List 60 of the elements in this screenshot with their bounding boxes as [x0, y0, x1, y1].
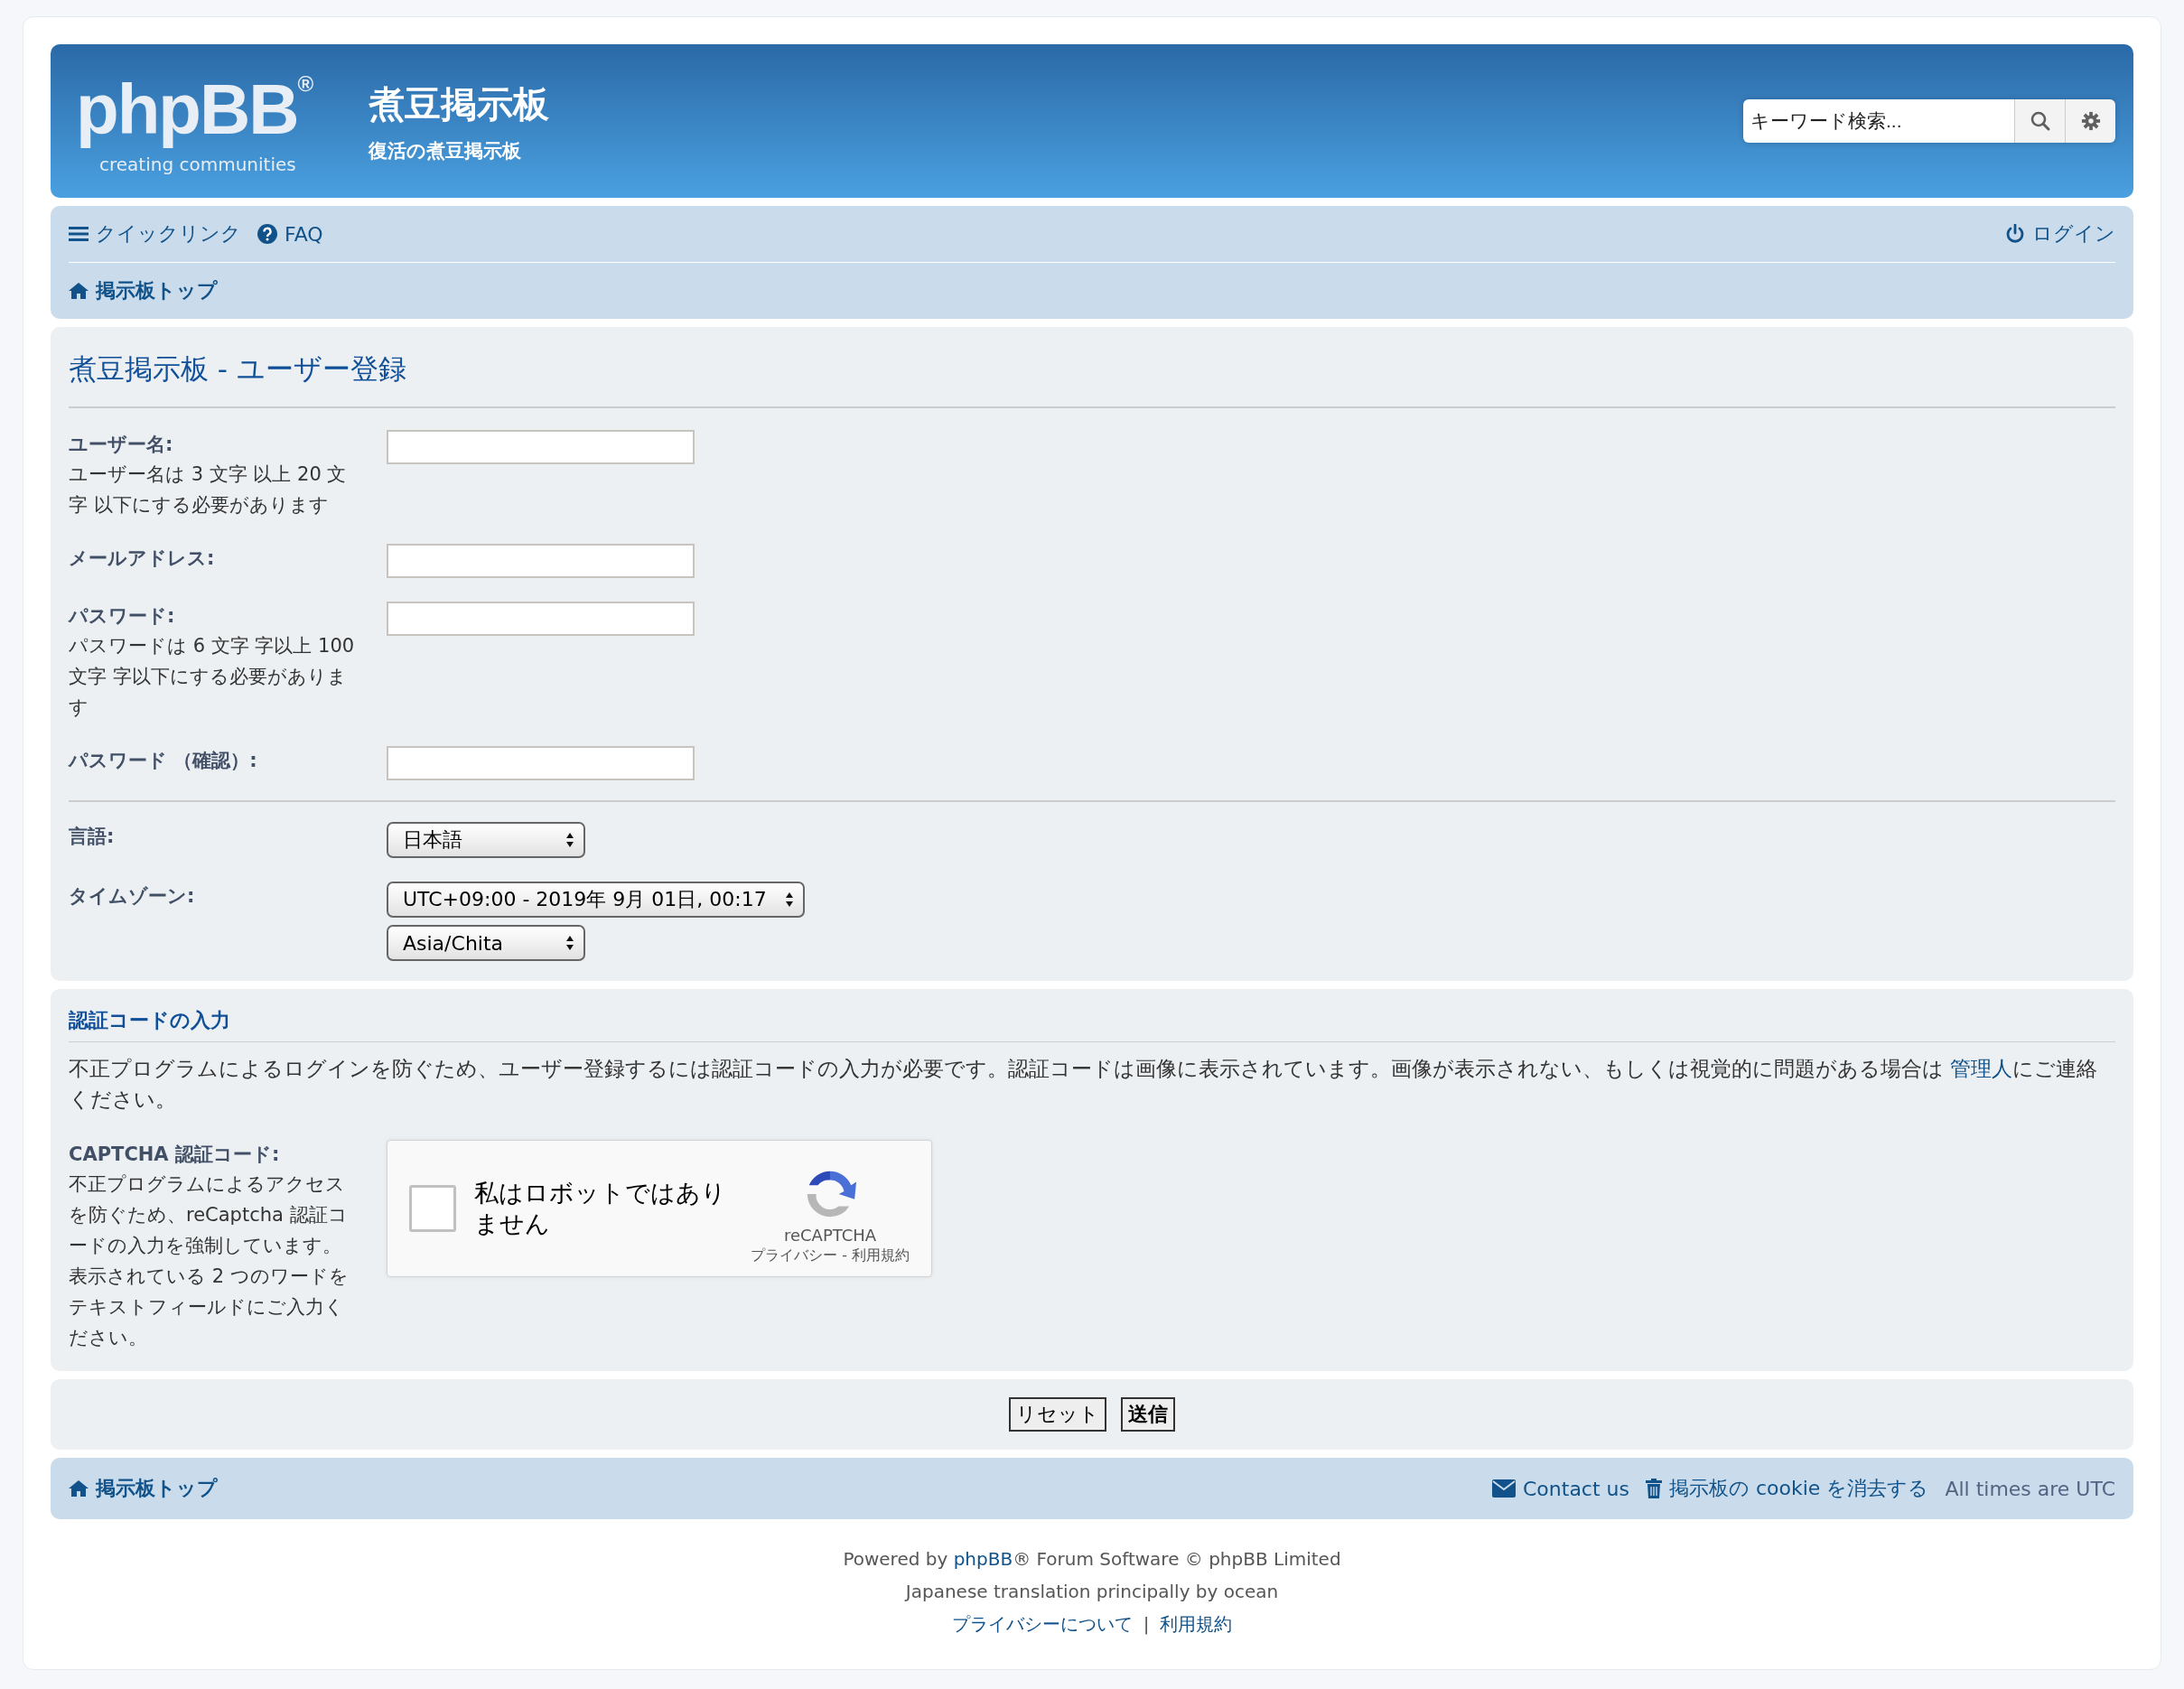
search-button[interactable] — [2014, 99, 2065, 143]
dropdown-select[interactable]: Asia/Chita — [387, 925, 585, 961]
envelope-icon — [1492, 1479, 1516, 1498]
updown-arrows-icon — [565, 935, 574, 951]
field-hint: 不正プログラムによるアクセスを防ぐため、reCaptcha 認証コードの入力を強制しています。表示されている 2 つのワードをテキストフィールドにご入力ください。 — [69, 1172, 350, 1350]
recaptcha-links[interactable]: プライバシー - 利用規約 — [751, 1246, 910, 1265]
link-separator: | — [1143, 1612, 1150, 1637]
input-field[interactable] — [387, 430, 695, 464]
input-field[interactable] — [387, 746, 695, 780]
search-icon — [2029, 110, 2051, 132]
input-field[interactable] — [387, 544, 695, 578]
search-field[interactable]: キーワード検索... — [1743, 99, 2014, 143]
help-icon — [257, 224, 277, 244]
terms-link[interactable]: 利用規約 — [1160, 1611, 1233, 1637]
settings-icon — [2080, 111, 2101, 131]
page-title: 煮豆掲示板 - ユーザー登録 — [69, 327, 2115, 408]
advanced-search-button[interactable] — [2065, 99, 2115, 143]
menu-icon — [69, 225, 89, 243]
submit-button[interactable]: 送信 — [1121, 1397, 1175, 1432]
recaptcha-brand: reCAPTCHA — [783, 1226, 877, 1245]
field-label: パスワード: — [69, 604, 176, 629]
translation-credit: Japanese translation principally by ocean — [905, 1580, 1279, 1604]
section-heading: 認証コードの入力 — [69, 989, 2115, 1042]
timezone-note: All times are UTC — [1945, 1477, 2115, 1500]
field-hint: パスワードは 6 文字 字以上 100 文字 字以下にする必要があります — [69, 634, 356, 720]
copyright-text: Powered by phpBB® Forum Software © phpBB Limited — [843, 1547, 1341, 1572]
trash-icon — [1646, 1479, 1662, 1498]
field-label: タイムゾーン: — [69, 884, 196, 909]
breadcrumb-link[interactable]: 掲示板トップ — [69, 1475, 218, 1502]
captcha-instructions: 不正プログラムによるログインを防ぐため、ユーザー登録するには認証コードの入力が必要です。認証コードは画像に表示されています。画像が表示されない、もしくは視覚的に問題がある場合は 管理人にご連絡ください。 — [69, 1056, 2099, 1113]
power-icon — [2005, 224, 2025, 244]
checkbox[interactable] — [409, 1185, 456, 1232]
footer-link[interactable]: 掲示板の cookie を消去する — [1646, 1475, 1929, 1502]
updown-arrows-icon — [565, 832, 574, 848]
phpbb-link[interactable]: phpBB — [953, 1548, 1013, 1570]
field-hint: ユーザー名は 3 文字 以上 20 文字 以下にする必要があります — [69, 462, 348, 518]
field-label: メールアドレス: — [69, 546, 216, 571]
home-icon — [69, 282, 89, 300]
logo-tagline: creating communities — [99, 153, 296, 176]
field-label: 言語: — [69, 825, 116, 849]
input-field[interactable] — [387, 602, 695, 636]
privacy-link[interactable]: プライバシーについて — [951, 1611, 1133, 1637]
home-icon — [69, 1479, 89, 1498]
dropdown-select[interactable]: UTC+09:00 - 2019年 9月 01日, 00:17 — [387, 882, 805, 918]
navbar-link[interactable]: クイックリンク — [69, 220, 241, 247]
administrator-link[interactable]: 管理人 — [1950, 1057, 2013, 1080]
field-label: ユーザー名: — [69, 433, 174, 457]
dropdown-select[interactable]: 日本語 — [387, 822, 585, 858]
site-description: 復活の煮豆掲示板 — [369, 138, 521, 163]
site-title: 煮豆掲示板 — [369, 81, 549, 126]
breadcrumb-link[interactable]: 掲示板トップ — [69, 277, 218, 304]
footer-link[interactable]: Contact us — [1492, 1477, 1629, 1500]
field-label: パスワード （確認）: — [69, 749, 258, 773]
login-link[interactable]: ログイン — [2005, 220, 2115, 247]
field-label: CAPTCHA 認証コード: — [69, 1143, 281, 1167]
updown-arrows-icon — [784, 891, 794, 908]
reset-button[interactable]: リセット — [1009, 1397, 1106, 1432]
logo-wordmark: phpBB$^{®}$ — [76, 69, 313, 151]
checkbox-label: 私はロボットではありません — [474, 1178, 727, 1239]
navbar-link[interactable]: FAQ — [257, 222, 323, 246]
